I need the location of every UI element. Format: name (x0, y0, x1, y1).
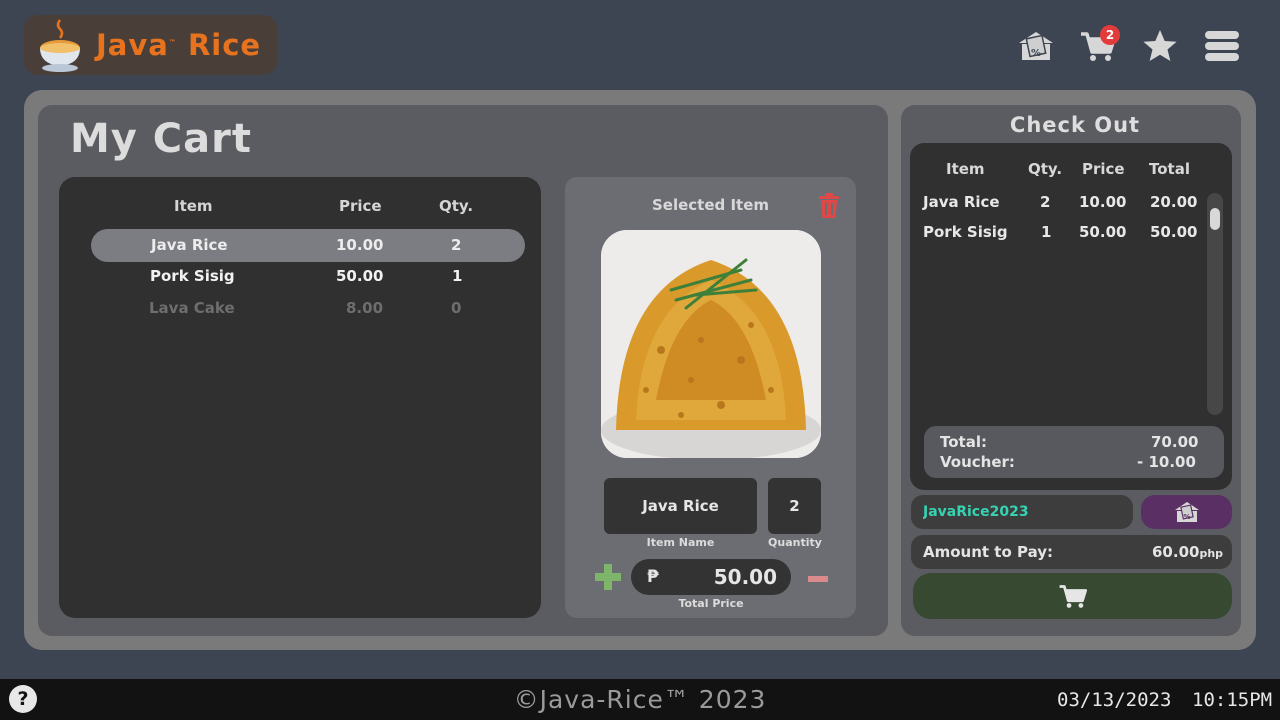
date-display: 03/13/2023 (1057, 689, 1172, 711)
peso-icon: ₱ (647, 567, 659, 587)
voucher-code-input[interactable] (911, 495, 1133, 529)
quantity-field[interactable]: 2 (768, 478, 821, 534)
voucher-icon: % (1174, 502, 1199, 522)
item-name-field: Java Rice (604, 478, 757, 534)
page-title: My Cart (70, 116, 252, 162)
checkout-row-price: 50.00 (1079, 223, 1127, 241)
amount-unit: php (1199, 547, 1224, 560)
checkout-row-price: 10.00 (1079, 193, 1127, 211)
voucher-icon[interactable]: % (1016, 24, 1056, 68)
voucher-label: Voucher: (940, 453, 1015, 471)
time-display: 10:15PM (1192, 689, 1273, 711)
decrease-quantity-button[interactable] (807, 568, 829, 590)
column-header-price: Price (339, 197, 382, 215)
scrollbar-thumb[interactable] (1210, 208, 1220, 230)
row-price: 50.00 (336, 267, 384, 285)
cart-icon[interactable]: 2 (1078, 24, 1120, 68)
row-qty: 2 (451, 236, 462, 254)
cart-row-selected[interactable]: Java Rice 10.00 2 (91, 229, 525, 262)
quantity-caption: Quantity (768, 536, 822, 549)
star-icon[interactable] (1140, 24, 1180, 68)
checkout-header-price: Price (1082, 160, 1125, 178)
checkout-header-item: Item (946, 160, 985, 178)
total-price-field: ₱ 50.00 (631, 559, 791, 595)
cart-count-badge: 2 (1100, 25, 1120, 45)
checkout-title: Check Out (1009, 113, 1141, 137)
cart-row-disabled[interactable]: Lava Cake 8.00 0 (91, 292, 525, 325)
total-label: Total: (940, 433, 987, 451)
total-value: 70.00 (1151, 433, 1199, 451)
checkout-row-qty: 2 (1040, 193, 1051, 211)
app-logo[interactable]: Java™ Rice (24, 15, 277, 75)
row-price: 10.00 (336, 236, 384, 254)
checkout-button[interactable] (913, 573, 1232, 619)
increase-quantity-button[interactable] (594, 563, 622, 591)
food-image (601, 230, 821, 458)
row-item-name: Pork Sisig (150, 267, 235, 285)
checkout-row-qty: 1 (1041, 223, 1052, 241)
column-header-qty: Qty. (439, 197, 474, 215)
checkout-row-item: Pork Sisig (923, 223, 1008, 241)
checkout-header-qty: Qty. (1028, 160, 1063, 178)
cart-icon (1059, 585, 1087, 608)
apply-voucher-button[interactable]: % (1141, 495, 1232, 529)
total-price-value: 50.00 (713, 565, 777, 589)
rice-bowl-icon (36, 16, 94, 74)
total-price-caption: Total Price (678, 597, 744, 610)
svg-text:%: % (1031, 48, 1041, 59)
row-item-name: Java Rice (151, 236, 228, 254)
cart-row[interactable]: Pork Sisig 50.00 1 (91, 260, 525, 293)
row-item-name: Lava Cake (149, 299, 235, 317)
column-header-item: Item (174, 197, 213, 215)
menu-icon[interactable] (1202, 24, 1242, 68)
item-name-caption: Item Name (646, 536, 715, 549)
row-price: 8.00 (346, 299, 384, 317)
row-qty: 1 (452, 267, 463, 285)
checkout-row-item: Java Rice (923, 193, 1000, 211)
checkout-row-total: 50.00 (1150, 223, 1198, 241)
logo-text: Java™ Rice (96, 28, 262, 62)
checkout-row-total: 20.00 (1150, 193, 1198, 211)
amount-to-pay-label: Amount to Pay: (923, 543, 1054, 561)
svg-text:%: % (1183, 513, 1190, 521)
selected-item-title: Selected Item (651, 196, 770, 214)
row-qty: 0 (451, 299, 462, 317)
amount-to-pay-value: 60.00php (1152, 543, 1224, 561)
checkout-header-total: Total (1149, 160, 1190, 178)
voucher-value: - 10.00 (1137, 453, 1196, 471)
trash-icon[interactable] (817, 193, 841, 219)
